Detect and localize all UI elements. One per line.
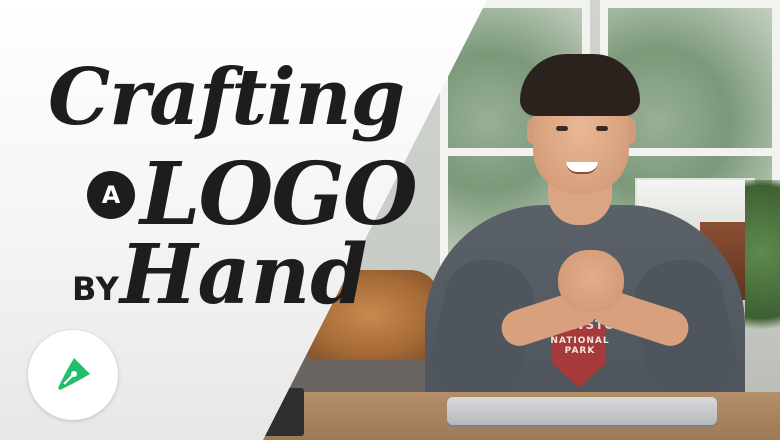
title-crafting: Crafting xyxy=(48,52,405,143)
title-hand: Hand xyxy=(120,227,368,323)
clasped-hands xyxy=(558,250,624,312)
hair xyxy=(520,54,640,116)
thumbnail: YELLOWSTONE NATIONAL PARK Crafting A LOG… xyxy=(0,0,780,440)
title-a: A xyxy=(101,181,121,209)
left-eye xyxy=(556,126,568,131)
title-by: BY xyxy=(72,270,120,308)
title-a-circle: A xyxy=(87,171,135,219)
brand-badge xyxy=(28,330,118,420)
tshirt-subtext: NATIONAL PARK xyxy=(550,336,610,356)
fountain-pen-nib-icon xyxy=(58,358,90,390)
right-eye xyxy=(596,126,608,131)
laptop xyxy=(447,397,717,425)
